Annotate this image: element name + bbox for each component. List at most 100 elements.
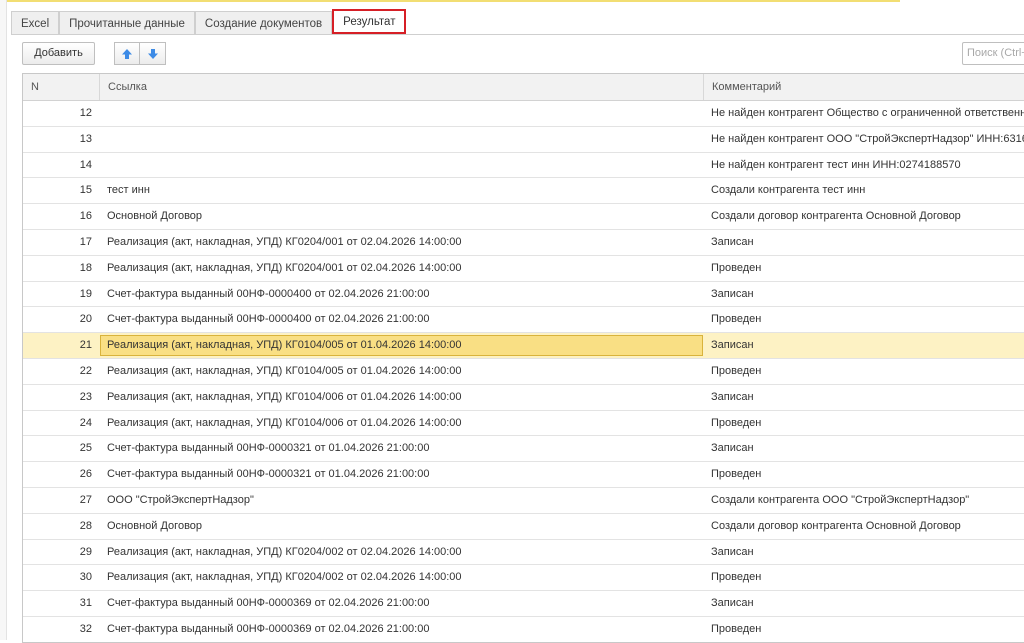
table-row[interactable]: 20 Счет-фактура выданный 00НФ-0000400 от … (23, 307, 1024, 334)
row-comment: Проведен (711, 416, 762, 429)
row-comment: Проведен (711, 468, 762, 481)
table-row[interactable]: 23 Реализация (акт, накладная, УПД) КГ010… (23, 385, 1024, 411)
row-comment: Записан (711, 442, 754, 455)
table-row[interactable]: 22 Реализация (акт, накладная, УПД) КГ010… (23, 359, 1024, 385)
row-comment: Не найден контрагент Общество с ограниче… (711, 107, 1024, 119)
table-row[interactable]: 31 Счет-фактура выданный 00НФ-0000369 от … (23, 591, 1024, 617)
table-row[interactable]: 16 Основной Договор Создали договор контра… (23, 204, 1024, 230)
row-comment: Создали контрагента тест инн (711, 184, 866, 197)
table-row[interactable]: 28 Основной Договор Создали договор контра… (23, 514, 1024, 540)
tab-divider (11, 34, 1024, 35)
row-number: 17 (79, 235, 92, 248)
table-row[interactable]: 25 Счет-фактура выданный 00НФ-0000321 от … (23, 436, 1024, 463)
row-link[interactable]: Реализация (акт, накладная, УПД) КГ0104/… (107, 333, 462, 357)
row-comment: Проведен (711, 571, 762, 584)
tab-read-data[interactable]: Прочитанные данные (59, 11, 195, 35)
table-row[interactable]: 15 тест инн Создали контрагента тест инн (23, 178, 1024, 205)
row-number: 31 (79, 597, 92, 610)
tab-result[interactable]: Результат (332, 9, 407, 34)
table-row[interactable]: 21 Реализация (акт, накладная, УПД) КГ010… (23, 333, 1024, 359)
row-comment: Создали договор контрагента Основной Дог… (711, 519, 961, 532)
tab-create-documents[interactable]: Создание документов (194, 11, 333, 35)
row-number: 14 (79, 158, 92, 171)
row-comment: Создали контрагента ООО "СтройЭкспертНад… (711, 493, 970, 506)
move-buttons-group (114, 42, 167, 65)
table-body: 12 Не найден контрагент Общество с ограни… (23, 101, 1024, 642)
left-panel-edge (0, 0, 7, 640)
row-number: 24 (79, 416, 92, 429)
row-number: 25 (79, 442, 92, 455)
result-table: N Ссылка Комментарий 12 Не найден контраг… (22, 73, 1024, 643)
row-number: 29 (79, 545, 92, 558)
table-row[interactable]: 18 Реализация (акт, накладная, УПД) КГ020… (23, 256, 1024, 282)
row-comment: Записан (711, 597, 754, 610)
row-link[interactable]: Счет-фактура выданный 00НФ-0000369 от 02… (107, 591, 429, 615)
column-header-link[interactable]: Ссылка (100, 74, 704, 100)
row-link[interactable]: Счет-фактура выданный 00НФ-0000400 от 02… (107, 282, 429, 306)
table-header: N Ссылка Комментарий (23, 74, 1024, 101)
row-comment: Записан (711, 339, 754, 352)
table-row[interactable]: 26 Счет-фактура выданный 00НФ-0000321 от … (23, 462, 1024, 488)
row-number: 26 (79, 468, 92, 481)
row-number: 22 (79, 364, 92, 377)
row-number: 28 (79, 519, 92, 532)
row-link[interactable]: Реализация (акт, накладная, УПД) КГ0204/… (107, 230, 462, 254)
search-input[interactable]: Поиск (Ctrl+F) (962, 42, 1024, 65)
row-number: 13 (79, 132, 92, 145)
row-link[interactable]: Реализация (акт, накладная, УПД) КГ0104/… (107, 411, 462, 435)
arrow-down-icon (147, 48, 158, 59)
row-link[interactable]: Счет-фактура выданный 00НФ-0000369 от 02… (107, 617, 429, 641)
row-number: 20 (79, 313, 92, 326)
row-number: 23 (79, 390, 92, 403)
row-comment: Не найден контрагент тест инн ИНН:027418… (711, 158, 961, 171)
table-row[interactable]: 19 Счет-фактура выданный 00НФ-0000400 от … (23, 282, 1024, 308)
window-top-accent (0, 0, 900, 2)
row-link[interactable]: Счет-фактура выданный 00НФ-0000321 от 01… (107, 436, 429, 460)
row-link[interactable]: Основной Договор (107, 204, 202, 228)
row-number: 19 (79, 287, 92, 300)
column-header-n[interactable]: N (23, 74, 100, 100)
row-link[interactable]: Счет-фактура выданный 00НФ-0000321 от 01… (107, 462, 429, 486)
row-link[interactable]: Реализация (акт, накладная, УПД) КГ0104/… (107, 385, 462, 409)
row-number: 16 (79, 210, 92, 223)
row-number: 27 (79, 493, 92, 506)
row-comment: Записан (711, 235, 754, 248)
table-row[interactable]: 32 Счет-фактура выданный 00НФ-0000369 от … (23, 617, 1024, 642)
move-down-button[interactable] (140, 42, 166, 65)
row-link[interactable]: ООО "СтройЭкспертНадзор" (107, 488, 254, 512)
row-link[interactable]: Реализация (акт, накладная, УПД) КГ0104/… (107, 359, 462, 383)
row-comment: Создали договор контрагента Основной Дог… (711, 210, 961, 223)
table-row[interactable]: 24 Реализация (акт, накладная, УПД) КГ010… (23, 411, 1024, 437)
row-number: 18 (79, 261, 92, 274)
row-link[interactable]: Счет-фактура выданный 00НФ-0000400 от 02… (107, 307, 429, 331)
table-row[interactable]: 14 Не найден контрагент тест инн ИНН:0274… (23, 153, 1024, 179)
row-number: 32 (79, 622, 92, 635)
row-comment: Проведен (711, 261, 762, 274)
row-link[interactable]: Реализация (акт, накладная, УПД) КГ0204/… (107, 565, 462, 589)
row-link[interactable]: Реализация (акт, накладная, УПД) КГ0204/… (107, 540, 462, 564)
row-number: 15 (79, 184, 92, 197)
table-row[interactable]: 29 Реализация (акт, накладная, УПД) КГ020… (23, 540, 1024, 566)
row-comment: Записан (711, 390, 754, 403)
row-comment: Проведен (711, 622, 762, 635)
table-row[interactable]: 30 Реализация (акт, накладная, УПД) КГ020… (23, 565, 1024, 592)
row-number: 12 (79, 107, 92, 119)
tab-excel[interactable]: Excel (11, 11, 60, 35)
move-up-button[interactable] (114, 42, 140, 65)
column-header-comment[interactable]: Комментарий (704, 74, 1024, 100)
table-row[interactable]: 12 Не найден контрагент Общество с ограни… (23, 101, 1024, 127)
table-row[interactable]: 27 ООО "СтройЭкспертНадзор" Создали контра… (23, 488, 1024, 514)
row-link[interactable]: тест инн (107, 178, 150, 202)
add-button[interactable]: Добавить (22, 42, 95, 65)
row-comment: Проведен (711, 313, 762, 326)
row-comment: Записан (711, 545, 754, 558)
row-link[interactable]: Основной Договор (107, 514, 202, 538)
row-number: 30 (79, 571, 92, 584)
row-comment: Записан (711, 287, 754, 300)
row-comment: Проведен (711, 364, 762, 377)
row-number: 21 (79, 339, 92, 352)
row-link[interactable]: Реализация (акт, накладная, УПД) КГ0204/… (107, 256, 462, 280)
tab-bar: Excel Прочитанные данные Создание докуме… (11, 9, 407, 35)
table-row[interactable]: 17 Реализация (акт, накладная, УПД) КГ020… (23, 230, 1024, 256)
table-row[interactable]: 13 Не найден контрагент ООО "СтройЭксперт… (23, 127, 1024, 153)
